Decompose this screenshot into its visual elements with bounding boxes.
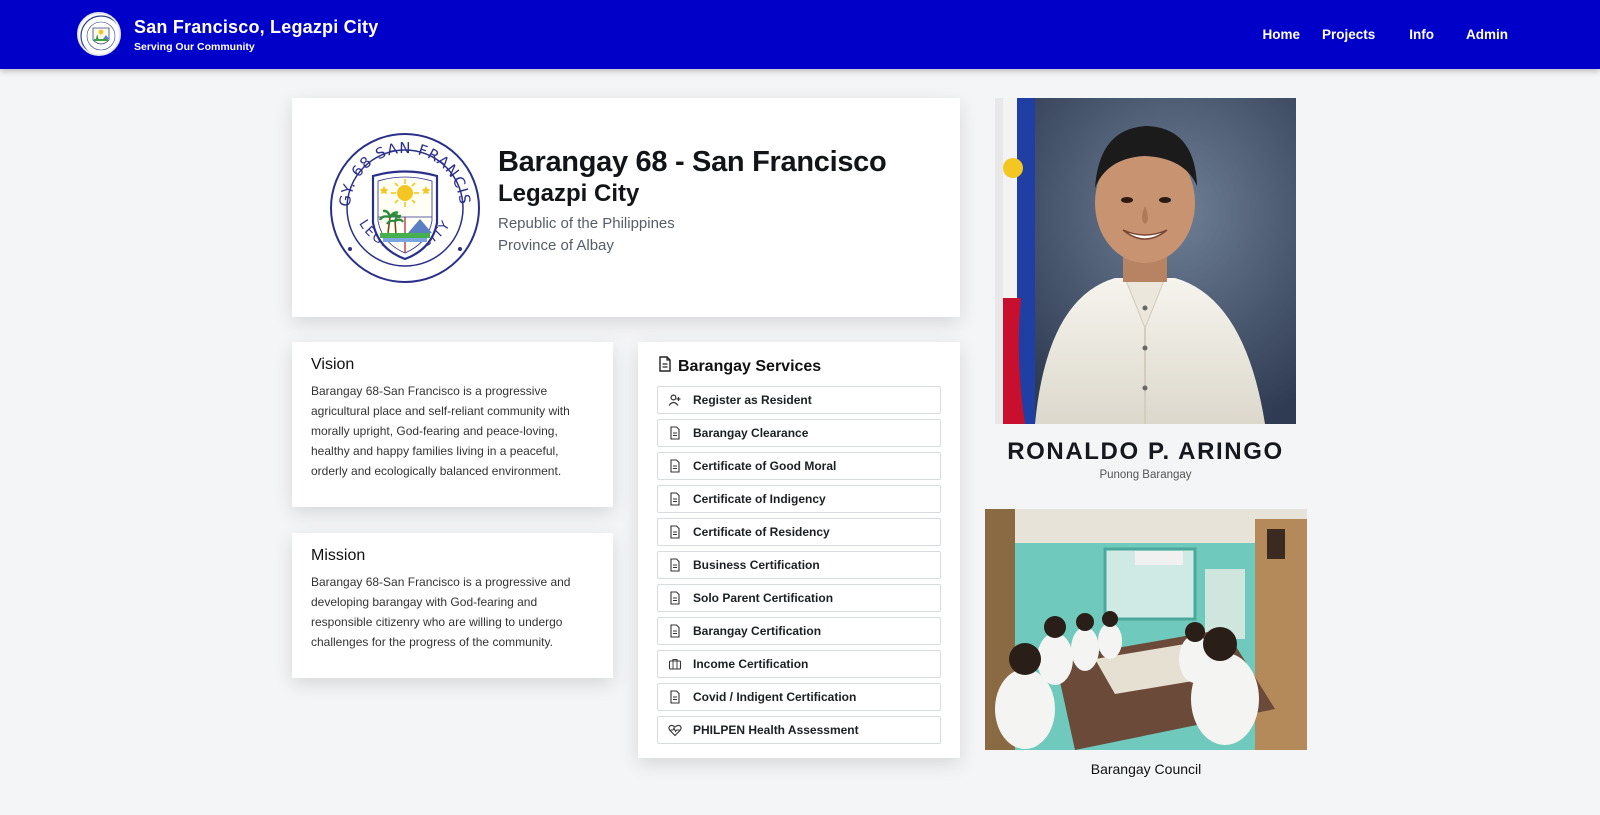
document-icon (668, 624, 682, 638)
services-card: Barangay Services Register as Resident B… (638, 342, 960, 758)
service-covid-indigent[interactable]: Covid / Indigent Certification (657, 683, 941, 711)
nav-projects[interactable]: Projects (1322, 27, 1375, 42)
service-label: Income Certification (693, 657, 809, 671)
service-label: Barangay Clearance (693, 426, 809, 440)
service-label: Barangay Certification (693, 624, 822, 638)
document-icon (668, 426, 682, 440)
service-income-certification[interactable]: Income Certification (657, 650, 941, 678)
barangay-seal: BRGY. 68 SAN FRANCISCO LEGAZPI CITY (322, 117, 482, 285)
heart-pulse-icon (668, 723, 682, 737)
service-register-resident[interactable]: Register as Resident (657, 386, 941, 414)
barangay-hero-card: BRGY. 68 SAN FRANCISCO LEGAZPI CITY (292, 98, 960, 317)
service-label: Business Certification (693, 558, 820, 572)
main-nav: Home Projects Info Admin (1240, 0, 1508, 69)
mission-card: Mission Barangay 68-San Francisco is a p… (292, 533, 613, 678)
nav-info[interactable]: Info (1409, 27, 1434, 42)
service-good-moral[interactable]: Certificate of Good Moral (657, 452, 941, 480)
country-line: Republic of the Philippines (498, 215, 675, 232)
service-business-certification[interactable]: Business Certification (657, 551, 941, 579)
service-philpen[interactable]: PHILPEN Health Assessment (657, 716, 941, 744)
services-list: Register as Resident Barangay Clearance … (657, 386, 941, 749)
document-icon (668, 459, 682, 473)
document-icon (668, 591, 682, 605)
site-subtitle: Serving Our Community (134, 41, 255, 53)
province-line: Province of Albay (498, 237, 614, 254)
services-heading: Barangay Services (678, 357, 822, 375)
document-icon (668, 525, 682, 539)
service-label: Certificate of Good Moral (693, 459, 837, 473)
city-name: Legazpi City (498, 180, 640, 207)
council-photo (985, 509, 1307, 750)
service-barangay-clearance[interactable]: Barangay Clearance (657, 419, 941, 447)
vision-heading: Vision (311, 356, 355, 373)
mission-text: Barangay 68-San Francisco is a progressi… (311, 575, 571, 649)
services-header: Barangay Services (658, 356, 821, 377)
document-icon (658, 356, 672, 377)
service-indigency[interactable]: Certificate of Indigency (657, 485, 941, 513)
briefcase-icon (668, 657, 682, 671)
top-navbar: San Francisco, Legazpi City Serving Our … (0, 0, 1600, 69)
service-barangay-certification[interactable]: Barangay Certification (657, 617, 941, 645)
service-label: Solo Parent Certification (693, 591, 834, 605)
service-label: PHILPEN Health Assessment (693, 723, 859, 737)
official-name: RONALDO P. ARINGO (1007, 438, 1284, 465)
service-residency[interactable]: Certificate of Residency (657, 518, 941, 546)
vision-text: Barangay 68-San Francisco is a progressi… (311, 384, 570, 478)
vision-card: Vision Barangay 68-San Francisco is a pr… (292, 342, 613, 507)
official-role: Punong Barangay (1099, 469, 1192, 481)
nav-admin[interactable]: Admin (1466, 27, 1508, 42)
document-icon (668, 492, 682, 506)
service-label: Certificate of Indigency (693, 492, 826, 506)
service-label: Register as Resident (693, 393, 812, 407)
user-plus-icon (668, 393, 682, 407)
official-portrait (995, 98, 1296, 424)
document-icon (668, 690, 682, 704)
service-label: Certificate of Residency (693, 525, 830, 539)
service-label: Covid / Indigent Certification (693, 690, 857, 704)
nav-home[interactable]: Home (1262, 27, 1300, 42)
service-solo-parent[interactable]: Solo Parent Certification (657, 584, 941, 612)
page-title: Barangay 68 - San Francisco (498, 146, 887, 178)
council-caption: Barangay Council (1090, 761, 1202, 777)
mission-heading: Mission (311, 547, 366, 564)
site-title[interactable]: San Francisco, Legazpi City (134, 17, 378, 38)
document-icon (668, 558, 682, 572)
barangay-logo[interactable] (77, 12, 121, 56)
